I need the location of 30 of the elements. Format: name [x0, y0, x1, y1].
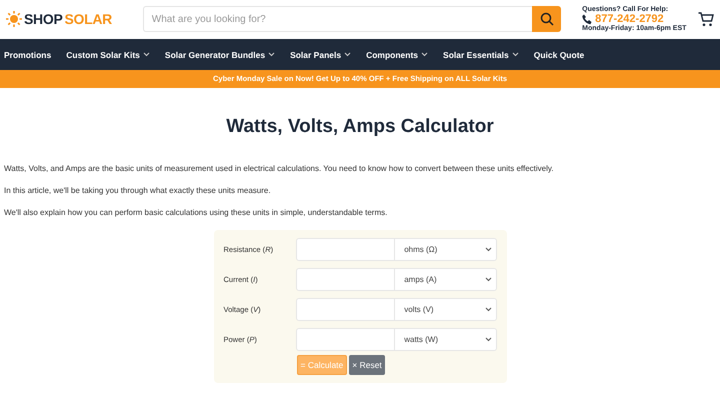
logo[interactable]: SHOPSOLAR	[6, 11, 136, 27]
chevron-icon	[484, 277, 492, 282]
chevron-icon	[484, 307, 492, 312]
paragraph: Watts, Volts, and Amps are the basic units of measurement used in electrical calculations. You need to know how to convert between these units effectively.	[4, 164, 554, 173]
cart-icon[interactable]	[698, 12, 714, 26]
nav-item[interactable]: Promotions	[4, 50, 52, 60]
nav-item[interactable]: Solar Essentials	[443, 50, 519, 60]
input-field[interactable]	[296, 268, 396, 291]
nav-item[interactable]: Quick Quote	[534, 50, 584, 60]
search-button[interactable]	[532, 6, 562, 32]
search-icon	[540, 12, 554, 26]
nav-item[interactable]: Solar Panels	[290, 50, 352, 60]
unit-dropdown[interactable]: amps (A)	[395, 268, 496, 291]
chevron-icon	[484, 337, 492, 342]
page-title: Watts, Volts, Amps Calculator	[225, 116, 495, 138]
paragraph: In this article, we'll be taking you through what exactly these units measure.	[4, 186, 272, 195]
input-field[interactable]	[296, 298, 396, 321]
chevron-icon	[484, 247, 492, 252]
input-field[interactable]	[296, 238, 396, 261]
search-field[interactable]: What are you looking for?	[142, 6, 532, 32]
input-field[interactable]	[296, 328, 396, 351]
reset-button[interactable]: × Reset	[349, 355, 385, 375]
unit-dropdown[interactable]: volts (V)	[395, 298, 496, 321]
unit-dropdown[interactable]: watts (W)	[395, 328, 496, 351]
nav-item[interactable]: Solar Generator Bundles	[164, 50, 276, 60]
unit-dropdown[interactable]: ohms (Ω)	[395, 238, 496, 261]
nav-item[interactable]: Custom Solar Kits	[66, 50, 150, 60]
phone-icon	[582, 14, 592, 24]
paragraph: We'll also explain how you can perform basic calculations using these units in simple, understandable terms.	[4, 208, 388, 217]
nav-item[interactable]: Components	[366, 50, 428, 60]
